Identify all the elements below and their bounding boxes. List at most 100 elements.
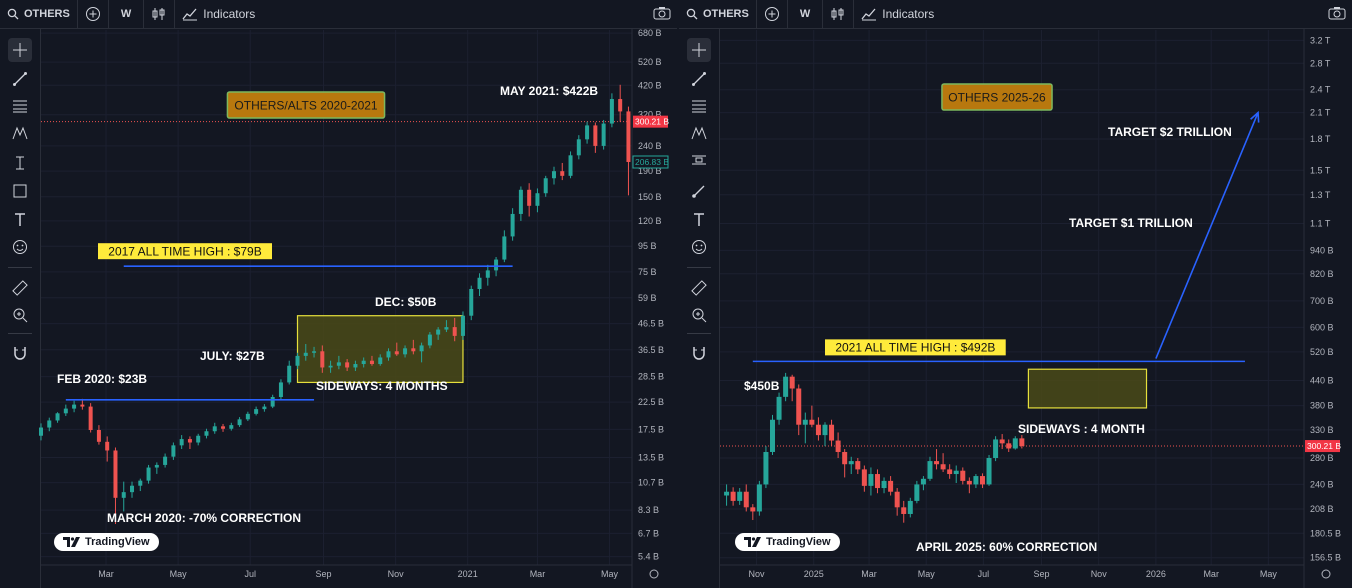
left-chart-canvas[interactable]: 680 B520 B420 B320 B240 B190 B150 B120 B… — [0, 0, 677, 588]
candle-body — [868, 474, 874, 486]
candle-body — [171, 445, 176, 457]
candle-body — [411, 348, 416, 352]
close-price-tag: 206.83 B — [635, 157, 669, 167]
candle-body — [154, 464, 159, 468]
candle-body — [626, 111, 631, 162]
y-tick-label: 13.5 B — [638, 452, 664, 462]
candle-body — [502, 236, 507, 260]
candle-body — [494, 259, 499, 271]
candle-body — [842, 451, 848, 465]
candle-body — [960, 470, 966, 481]
candle-body — [822, 424, 828, 436]
candle-body — [303, 352, 308, 356]
right-chart-canvas[interactable]: 3.2 T 2.8 T 2.4 T 2.1 T 1.8 T 1.5 T 1.3 T 1.1 T… — [679, 0, 1352, 588]
watermark-text: TradingView — [85, 536, 150, 548]
settings-icon — [1321, 569, 1331, 579]
candle-body — [730, 491, 736, 501]
y-tick-label: 3.2 T — [1310, 35, 1331, 45]
candle-body — [460, 315, 465, 336]
ath-label: 2017 ALL TIME HIGH : $79B — [108, 245, 261, 259]
feb-2020-label: FEB 2020: $23B — [57, 372, 147, 386]
candle-body — [894, 491, 900, 508]
candle-body — [179, 439, 184, 446]
x-tick-label: Jul — [244, 569, 256, 579]
candle-body — [113, 450, 118, 498]
candle-body — [212, 426, 217, 432]
candle-body — [861, 469, 867, 486]
y-tick-label: 700 B — [1310, 296, 1334, 306]
candle-body — [345, 362, 350, 368]
y-tick-label: 1.1 T — [1310, 218, 1331, 228]
candle-body — [221, 426, 226, 429]
candle-body — [328, 365, 333, 368]
current-price-tag: 300.21 B — [635, 117, 669, 127]
candle-body — [361, 360, 366, 365]
april-2025-label: APRIL 2025: 60% CORRECTION — [916, 540, 1097, 554]
left-watermark: TradingView — [54, 533, 159, 551]
y-tick-label: 1.5 T — [1310, 165, 1331, 175]
candle-body — [204, 431, 209, 436]
candle-body — [187, 439, 192, 443]
candle-body — [146, 467, 151, 481]
y-tick-label: 17.5 B — [638, 424, 664, 434]
candle-body — [130, 485, 135, 493]
candle-body — [809, 419, 815, 425]
candle-body — [783, 376, 789, 397]
candle-body — [585, 125, 590, 140]
candle-body — [750, 507, 756, 512]
x-tick-label: Mar — [861, 569, 877, 579]
x-tick-label: May — [1260, 569, 1278, 579]
x-tick-label: Sep — [315, 569, 331, 579]
x-tick-label: Nov — [388, 569, 405, 579]
candle-body — [927, 461, 933, 479]
candle-body — [262, 406, 267, 410]
candle-body — [39, 427, 43, 436]
candle-body — [901, 507, 907, 514]
candle-body — [934, 461, 940, 465]
tradingview-logo-icon — [63, 537, 80, 547]
x-tick-label: Mar — [98, 569, 114, 579]
candle-body — [419, 345, 424, 352]
target-1t-label: TARGET $1 TRILLION — [1069, 216, 1193, 230]
candle-body — [907, 500, 913, 514]
x-tick-label: 2021 — [458, 569, 478, 579]
candle-body — [88, 406, 93, 430]
y-tick-label: 240 B — [1310, 479, 1334, 489]
candle-body — [618, 99, 623, 112]
y-tick-label: 600 B — [1310, 322, 1334, 332]
candle-body — [138, 480, 143, 486]
candle-body — [855, 461, 861, 470]
y-tick-label: 330 B — [1310, 425, 1334, 435]
y-tick-label: 22.5 B — [638, 397, 664, 407]
candle-body — [789, 376, 795, 389]
left-chart-panel: OTHERS W Indicators 680 B 520 B 420 B 32… — [0, 0, 677, 588]
candle-body — [979, 476, 985, 485]
ath-label: 2021 ALL TIME HIGH : $492B — [835, 341, 995, 355]
x-tick-label: May — [601, 569, 619, 579]
y-tick-label: 1.8 T — [1310, 134, 1331, 144]
candle-body — [452, 327, 457, 336]
candle-body — [535, 193, 540, 206]
candle-body — [568, 155, 573, 176]
candle-body — [477, 277, 482, 289]
y-tick-label: 180.5 B — [1310, 528, 1341, 538]
target-arrow-line — [1155, 112, 1259, 359]
candle-body — [287, 365, 292, 383]
candle-body — [63, 408, 68, 414]
sideways-zone — [1027, 368, 1148, 409]
candle-body — [427, 334, 432, 346]
y-tick-label: 28.5 B — [638, 372, 664, 382]
candle-body — [336, 362, 341, 366]
y-tick-label: 208 B — [1310, 504, 1334, 514]
x-tick-label: Jul — [978, 569, 990, 579]
y-tick-label: 2.4 T — [1310, 85, 1331, 95]
y-tick-label: 940 B — [1310, 245, 1334, 255]
candle-body — [874, 474, 880, 489]
y-tick-label: 380 B — [1310, 401, 1334, 411]
candle-body — [527, 189, 532, 206]
candle-body — [743, 491, 749, 508]
candle-body — [444, 327, 449, 330]
y-tick-label: 280 B — [1310, 453, 1334, 463]
right-chart-panel: OTHERS W Indicators 3.2 T 2.8 T 2.4 T 2.… — [679, 0, 1352, 588]
candle-body — [914, 484, 920, 501]
